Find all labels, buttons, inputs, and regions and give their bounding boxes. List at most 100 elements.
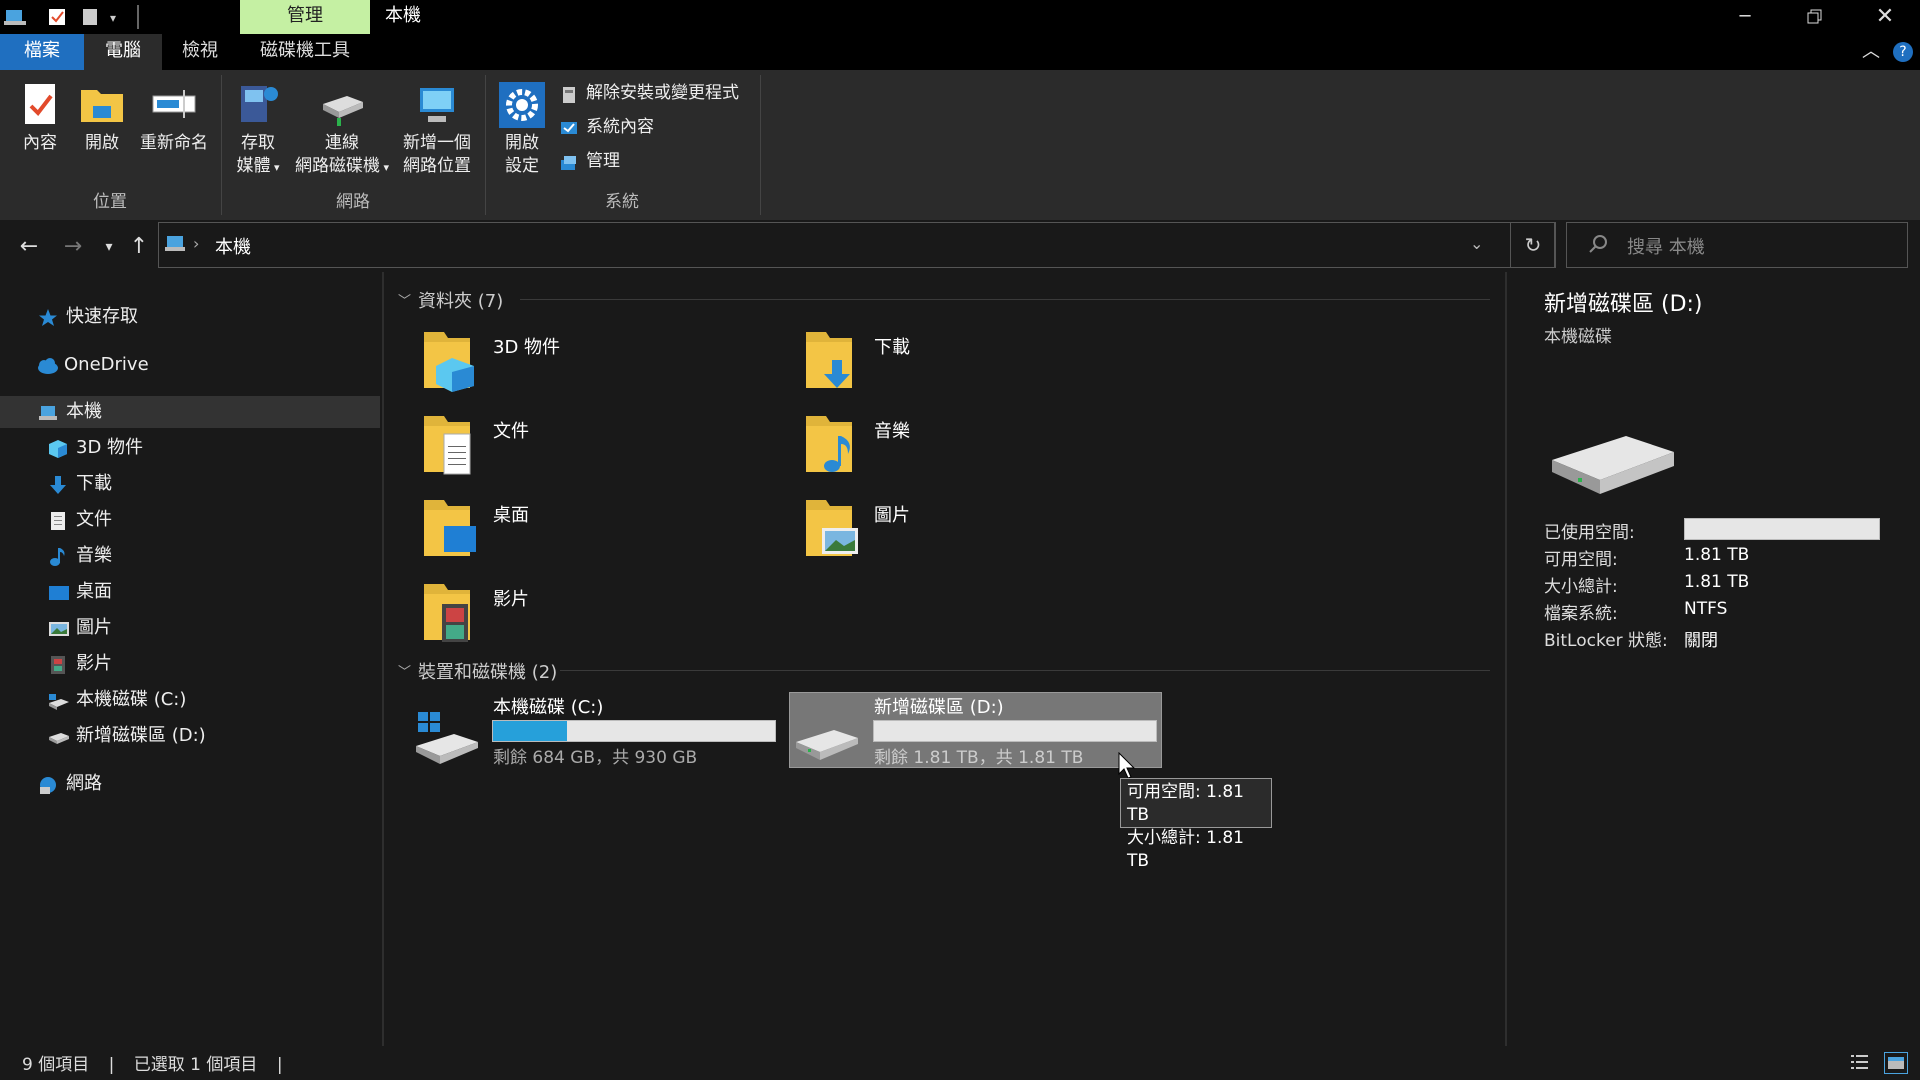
manage-button[interactable]: 管理 [560,146,620,176]
file-explorer-icon[interactable] [4,6,26,28]
context-tab-manage[interactable]: 管理 [240,0,370,34]
system-properties-button[interactable]: 系統內容 [560,112,654,142]
drive-tooltip: 可用空間: 1.81 TB 大小總計: 1.81 TB [1120,778,1272,871]
properties-button[interactable]: 內容 [14,82,66,155]
folder-downloads-label[interactable]: 下載 [874,333,910,359]
collapse-ribbon-button[interactable]: ︿ [1858,40,1884,64]
drive-c-usage-bar [492,720,776,742]
rename-label: 重新命名 [140,133,208,153]
properties-qat-icon[interactable] [48,8,66,26]
folders-group-header[interactable]: 資料夾 (7) [418,287,503,313]
folder-music-label[interactable]: 音樂 [874,417,910,443]
nav-music[interactable]: 音樂 [0,540,380,572]
access-media-button[interactable]: 存取 媒體 ▾ [228,82,288,179]
details-view-button[interactable] [1850,1052,1870,1072]
folder-music-icon[interactable] [804,412,862,478]
nav-onedrive-label: OneDrive [64,354,149,375]
tooltip-total-size: 大小總計: 1.81 TB [1127,828,1244,871]
network-location-icon [414,82,460,128]
details-view-icon [1851,1055,1868,1069]
new-folder-qat-icon[interactable] [82,8,98,26]
pane-divider[interactable] [382,272,384,1046]
details-total-label: 大小總計: [1544,577,1618,597]
drive-c-icon [48,690,69,710]
settings-gear-icon [499,82,545,128]
folder-documents-icon[interactable] [422,412,480,478]
nav-network[interactable]: 網路 [0,768,380,800]
folder-desktop-icon[interactable] [422,496,480,562]
open-settings-button[interactable]: 開啟 設定 [494,82,550,178]
refresh-button[interactable]: ↻ [1510,222,1556,268]
film-icon [48,654,68,674]
details-fs-label: 檔案系統: [1544,604,1618,624]
up-button[interactable]: ↑ [124,232,154,262]
large-icons-view-button[interactable] [1884,1052,1908,1074]
nav-documents-label: 文件 [76,509,112,530]
uninstall-program-button[interactable]: 解除安裝或變更程式 [560,78,739,108]
folder-pictures-label[interactable]: 圖片 [874,501,910,527]
back-button[interactable]: ← [14,232,44,262]
drive-d-usage-bar [873,720,1157,742]
nav-pictures[interactable]: 圖片 [0,612,380,644]
rename-button[interactable]: 重新命名 [136,82,212,155]
search-box[interactable] [1566,222,1908,268]
folder-3d-objects-icon[interactable] [422,328,480,394]
collapse-folders-chevron-icon[interactable]: ﹀ [398,290,411,309]
nav-onedrive[interactable]: OneDrive [0,349,380,381]
customize-qat-chevron-icon[interactable]: ▾ [110,8,124,26]
this-pc-icon [38,402,58,422]
open-button[interactable]: 開啟 [76,82,128,155]
collapse-drives-chevron-icon[interactable]: ﹀ [398,661,411,680]
drive-d-name: 新增磁碟區 (D:) [874,697,1004,718]
nav-drive-d[interactable]: 新增磁碟區 (D:) [0,720,380,752]
folder-documents-label[interactable]: 文件 [493,417,529,443]
nav-documents[interactable]: 文件 [0,504,380,536]
nav-3d-objects[interactable]: 3D 物件 [0,432,380,464]
nav-desktop[interactable]: 桌面 [0,576,380,608]
details-pane-divider[interactable] [1505,272,1507,1046]
system-properties-label: 系統內容 [586,117,654,137]
folder-videos-label[interactable]: 影片 [493,585,529,611]
close-button[interactable]: ✕ [1850,0,1920,34]
address-bar[interactable] [158,222,1555,268]
nav-network-label: 網路 [66,773,102,794]
restore-button[interactable] [1780,0,1850,34]
nav-this-pc[interactable]: 本機 [0,396,380,428]
details-bitlocker-value: 關閉 [1684,631,1718,651]
nav-videos[interactable]: 影片 [0,648,380,680]
details-fs-value: NTFS [1684,599,1728,619]
forward-button[interactable]: → [58,232,88,262]
nav-this-pc-label: 本機 [66,401,102,422]
address-history-button[interactable]: ⌄ [1470,234,1483,253]
tab-drive-tools[interactable]: 磁碟機工具 [238,34,372,70]
nav-quick-access[interactable]: 快速存取 [0,301,380,333]
system-properties-icon [560,118,578,136]
chevron-up-icon: ︿ [1862,41,1880,62]
folder-desktop-label[interactable]: 桌面 [493,501,529,527]
drives-group-header[interactable]: 裝置和磁碟機 (2) [418,658,557,684]
status-separator: | [108,1055,115,1075]
tab-view[interactable]: 檢視 [162,34,238,70]
folder-3d-objects-label[interactable]: 3D 物件 [493,333,560,359]
details-subtitle: 本機磁碟 [1544,327,1612,347]
folder-downloads-icon[interactable] [804,328,862,394]
title-separator [137,5,139,29]
nav-drive-c[interactable]: 本機磁碟 (C:) [0,684,380,716]
folder-pictures-icon[interactable] [804,496,862,562]
folder-videos-icon[interactable] [422,580,480,646]
document-icon [48,510,68,530]
breadcrumb-chevron-icon[interactable]: › [193,234,199,253]
help-button[interactable]: ? [1893,42,1913,62]
recent-locations-button[interactable]: ▾ [94,232,124,262]
network-drive-icon [319,82,365,128]
refresh-icon: ↻ [1524,233,1542,257]
nav-downloads[interactable]: 下載 [0,468,380,500]
map-network-drive-button[interactable]: 連線 網路磁碟機 ▾ [292,82,392,179]
breadcrumb-this-pc[interactable]: 本機 [215,233,251,259]
minimize-button[interactable]: ─ [1710,0,1780,34]
drive-d-icon [48,726,69,746]
tab-file[interactable]: 檔案 [0,34,84,70]
details-bitlocker-label: BitLocker 狀態: [1544,631,1668,651]
tab-computer[interactable]: 電腦 [84,34,162,70]
add-network-location-button[interactable]: 新增一個 網路位置 [398,82,476,178]
